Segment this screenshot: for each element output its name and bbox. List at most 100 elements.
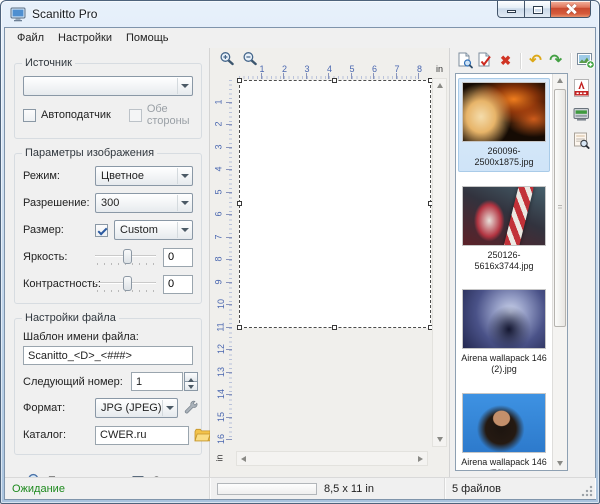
chevron-down-icon[interactable]: [177, 168, 192, 184]
resize-grip[interactable]: [581, 485, 593, 497]
selection-handle[interactable]: [237, 325, 242, 330]
selection-handle[interactable]: [332, 325, 337, 330]
statusbar: Ожидание 8,5 x 11 in 5 файлов: [5, 477, 595, 499]
contrast-slider[interactable]: [95, 274, 156, 294]
mode-combobox[interactable]: Цветное: [95, 166, 193, 186]
selection-handle[interactable]: [237, 78, 242, 83]
wrench-icon: [183, 400, 199, 416]
next-number-label: Следующий номер:: [23, 376, 131, 388]
scroll-right-icon[interactable]: [414, 452, 427, 465]
format-settings-button[interactable]: [183, 398, 199, 418]
close-button[interactable]: [551, 1, 591, 18]
source-combobox[interactable]: [23, 76, 193, 96]
thumbnail-image[interactable]: [462, 393, 546, 453]
browse-folder-button[interactable]: [194, 425, 211, 445]
recognize-text-button[interactable]: [572, 104, 592, 124]
scrollbar-thumb[interactable]: [554, 89, 566, 327]
ruler-tick: 8: [397, 65, 420, 79]
ruler-tick: 8: [218, 238, 232, 261]
thumbnail-image[interactable]: [462, 186, 546, 246]
chevron-down-icon[interactable]: [177, 195, 192, 211]
mode-combobox-value: Цветное: [101, 170, 177, 182]
export-strip: [568, 73, 595, 477]
undo-button[interactable]: ↶: [527, 51, 544, 70]
resolution-combobox[interactable]: 300: [95, 193, 193, 213]
settings-panel: Источник Автоподатчик Обе стороны: [5, 48, 210, 477]
folder-input[interactable]: [95, 426, 189, 445]
size-checkbox[interactable]: [95, 224, 108, 237]
chevron-down-icon[interactable]: [177, 222, 192, 238]
contrast-input[interactable]: [163, 275, 193, 294]
thumbnail-item[interactable]: Airena wallapack 146 (70).jpg: [458, 389, 550, 471]
thumbnail-image[interactable]: [462, 82, 546, 142]
preview-page-button[interactable]: [457, 51, 474, 70]
maximize-button[interactable]: [525, 1, 551, 18]
zoom-out-button[interactable]: [242, 51, 258, 66]
scroll-up-icon[interactable]: [433, 79, 446, 92]
chevron-down-icon[interactable]: [162, 400, 177, 416]
thumbnail-item[interactable]: 260096-2500x1875.jpg: [458, 78, 550, 172]
thumbnail-filename: 250126-5616x3744.jpg: [460, 250, 548, 273]
menu-item[interactable]: Помощь: [119, 29, 176, 47]
contrast-label: Контрастность:: [23, 278, 95, 290]
scroll-down-icon[interactable]: [553, 457, 566, 470]
ruler-tick: 12: [218, 328, 232, 351]
thumbnail-item[interactable]: 250126-5616x3744.jpg: [458, 182, 550, 276]
menu-item[interactable]: Файл: [10, 29, 51, 47]
thumbnail-filename: Airena wallapack 146 (70).jpg: [460, 457, 548, 471]
ruler-tick: 10: [218, 283, 232, 306]
scroll-up-icon[interactable]: [553, 74, 566, 87]
thumbnail-scrollbar[interactable]: [552, 74, 567, 470]
contrast-slider-thumb[interactable]: [123, 276, 132, 291]
filename-template-input[interactable]: [23, 346, 193, 365]
chevron-down-icon[interactable]: [177, 78, 192, 94]
scroll-down-icon[interactable]: [433, 433, 446, 446]
ruler-tick: 4: [307, 65, 330, 79]
format-label: Формат:: [23, 402, 95, 414]
thumbnail-image[interactable]: [462, 289, 546, 349]
brightness-slider[interactable]: [95, 247, 156, 267]
redo-button[interactable]: ↷: [547, 51, 564, 70]
brightness-input[interactable]: [163, 248, 193, 267]
vertical-scrollbar[interactable]: [432, 78, 447, 447]
scan-page-selection[interactable]: [239, 80, 431, 328]
ruler-tick: 11: [218, 305, 232, 328]
pdf-icon: [573, 79, 590, 97]
ruler-tick: 5: [329, 65, 352, 79]
titlebar[interactable]: Scanitto Pro: [1, 1, 599, 27]
brightness-slider-thumb[interactable]: [123, 249, 132, 264]
format-combobox[interactable]: JPG (JPEG): [95, 398, 178, 418]
ruler-tick: 7: [218, 215, 232, 238]
horizontal-scrollbar[interactable]: [236, 451, 428, 466]
image-params-title: Параметры изображения: [22, 147, 157, 159]
ruler-tick: 14: [218, 373, 232, 396]
selection-handle[interactable]: [237, 201, 242, 206]
page-preview-icon: [457, 52, 474, 69]
ruler-tick: 2: [262, 65, 285, 79]
status-state: Ожидание: [5, 478, 210, 499]
autofeeder-checkbox[interactable]: [23, 109, 36, 122]
view-page-button[interactable]: [572, 130, 592, 150]
stepper-down-icon[interactable]: [184, 382, 198, 391]
minimize-button[interactable]: [497, 1, 525, 18]
stepper-up-icon[interactable]: [184, 372, 198, 382]
size-combobox[interactable]: Custom: [114, 220, 193, 240]
next-number-stepper[interactable]: [184, 372, 198, 391]
edit-page-button[interactable]: [477, 51, 494, 70]
export-pdf-button[interactable]: [572, 78, 592, 98]
status-files: 5 файлов: [445, 478, 595, 499]
ruler-tick: 1: [239, 65, 262, 79]
format-combobox-value: JPG (JPEG): [101, 402, 162, 414]
add-image-button[interactable]: [577, 51, 595, 70]
thumbnail-item[interactable]: Airena wallapack 146 (2).jpg: [458, 285, 550, 379]
next-number-input[interactable]: [131, 372, 183, 391]
toolbar-separator: [570, 53, 571, 69]
zoom-in-button[interactable]: [219, 51, 235, 66]
selection-handle[interactable]: [332, 78, 337, 83]
delete-page-button[interactable]: ✖: [497, 51, 514, 70]
ruler-tick: 7: [374, 65, 397, 79]
file-settings-title: Настройки файла: [22, 312, 119, 324]
menu-item[interactable]: Настройки: [51, 29, 119, 47]
scroll-left-icon[interactable]: [237, 452, 250, 465]
ocr-scanner-icon: [573, 106, 590, 122]
